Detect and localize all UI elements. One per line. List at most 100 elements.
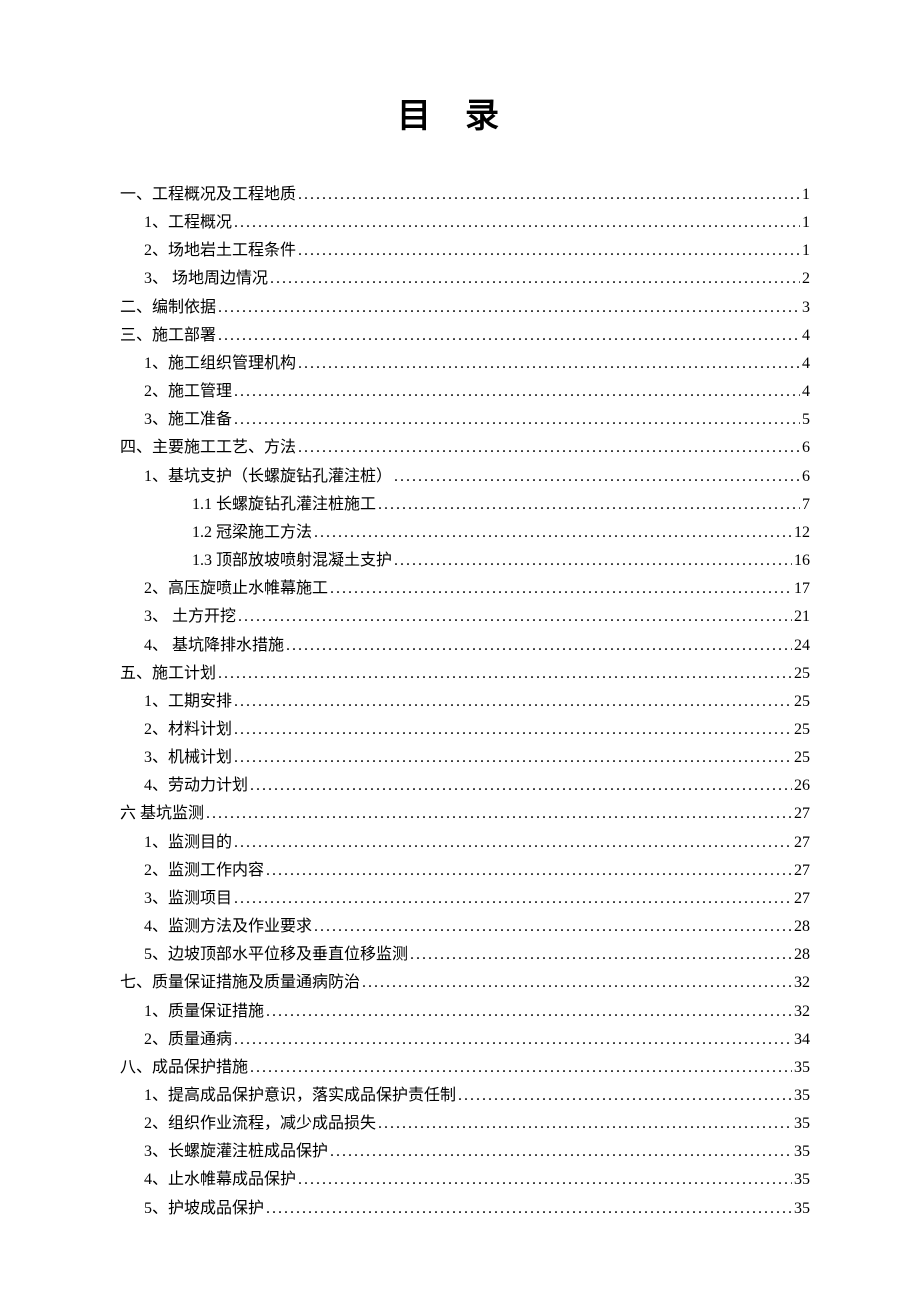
toc-entry-dots: [218, 660, 792, 688]
toc-entry-dots: [234, 716, 792, 744]
toc-entry-dots: [218, 294, 800, 322]
toc-entry-dots: [394, 463, 800, 491]
toc-entry-dots: [250, 1054, 792, 1082]
toc-entry-dots: [458, 1082, 792, 1110]
toc-entry-page: 4: [802, 378, 810, 406]
toc-entry-dots: [286, 632, 792, 660]
toc-entry-dots: [298, 237, 800, 265]
toc-entry: 1.2 冠梁施工方法12: [120, 519, 810, 547]
toc-entry-page: 35: [794, 1166, 810, 1194]
toc-entry-page: 6: [802, 463, 810, 491]
toc-entry-page: 35: [794, 1110, 810, 1138]
toc-entry: 4、止水帷幕成品保护 35: [120, 1166, 810, 1194]
toc-entry: 4、 基坑降排水措施 24: [120, 632, 810, 660]
toc-entry-page: 17: [794, 575, 810, 603]
toc-entry-label: 1、工期安排: [144, 688, 232, 716]
toc-entry-dots: [234, 885, 792, 913]
toc-entry-dots: [218, 322, 800, 350]
toc-entry-label: 4、劳动力计划: [144, 772, 248, 800]
toc-entry-page: 26: [794, 772, 810, 800]
toc-entry-label: 2、监测工作内容: [144, 857, 264, 885]
toc-entry-page: 6: [802, 434, 810, 462]
toc-entry-dots: [394, 547, 792, 575]
toc-entry-label: 2、高压旋喷止水帷幕施工: [144, 575, 328, 603]
toc-entry: 2、场地岩土工程条件 1: [120, 237, 810, 265]
toc-entry-label: 二、编制依据: [120, 294, 216, 322]
toc-entry-dots: [234, 829, 792, 857]
toc-entry-dots: [378, 491, 800, 519]
toc-entry-dots: [314, 913, 792, 941]
toc-entry-label: 2、材料计划: [144, 716, 232, 744]
toc-entry-page: 25: [794, 688, 810, 716]
toc-entry-page: 32: [794, 969, 810, 997]
toc-entry-dots: [270, 265, 800, 293]
toc-entry: 3、施工准备 5: [120, 406, 810, 434]
toc-entry-label: 3、 场地周边情况: [144, 265, 268, 293]
toc-entry: 1、基坑支护（长螺旋钻孔灌注桩） 6: [120, 463, 810, 491]
toc-entry: 1、提高成品保护意识，落实成品保护责任制 35: [120, 1082, 810, 1110]
toc-entry-dots: [238, 603, 792, 631]
toc-entry: 5、护坡成品保护 35: [120, 1195, 810, 1223]
toc-entry-dots: [362, 969, 792, 997]
toc-entry-dots: [234, 406, 800, 434]
toc-entry-dots: [206, 800, 792, 828]
toc-entry-page: 2: [802, 265, 810, 293]
toc-entry-page: 4: [802, 350, 810, 378]
toc-entry-page: 7: [802, 491, 810, 519]
toc-entry-label: 3、长螺旋灌注桩成品保护: [144, 1138, 328, 1166]
toc-entry-page: 21: [794, 603, 810, 631]
toc-entry-label: 五、施工计划: [120, 660, 216, 688]
toc-entry-page: 27: [794, 800, 810, 828]
toc-entry-page: 35: [794, 1054, 810, 1082]
toc-entry-label: 5、边坡顶部水平位移及垂直位移监测: [144, 941, 408, 969]
toc-entry-label: 5、护坡成品保护: [144, 1195, 264, 1223]
toc-entry-label: 4、 基坑降排水措施: [144, 632, 284, 660]
toc-entry-dots: [298, 350, 800, 378]
toc-entry: 2、材料计划 25: [120, 716, 810, 744]
toc-entry-page: 1: [802, 237, 810, 265]
toc-entry-label: 1.2 冠梁施工方法: [192, 519, 312, 547]
toc-entry-page: 32: [794, 998, 810, 1026]
toc-entry-label: 3、施工准备: [144, 406, 232, 434]
toc-entry: 四、主要施工工艺、方法 6: [120, 434, 810, 462]
toc-entry: 三、施工部署 4: [120, 322, 810, 350]
toc-entry-label: 六 基坑监测: [120, 800, 204, 828]
toc-entry-page: 35: [794, 1138, 810, 1166]
toc-entry-label: 3、监测项目: [144, 885, 232, 913]
toc-entry-dots: [410, 941, 792, 969]
toc-entry-dots: [234, 378, 800, 406]
toc-entry-label: 七、质量保证措施及质量通病防治: [120, 969, 360, 997]
toc-entry: 1、质量保证措施 32: [120, 998, 810, 1026]
toc-entry: 4、劳动力计划 26: [120, 772, 810, 800]
toc-entry-page: 28: [794, 941, 810, 969]
toc-entry-page: 4: [802, 322, 810, 350]
toc-entry: 1.1 长螺旋钻孔灌注桩施工 7: [120, 491, 810, 519]
toc-entry-dots: [234, 1026, 792, 1054]
toc-entry: 2、质量通病 34: [120, 1026, 810, 1054]
toc-entry-dots: [266, 857, 792, 885]
toc-entry-label: 1.1 长螺旋钻孔灌注桩施工: [192, 491, 376, 519]
toc-entry: 2、组织作业流程，减少成品损失 35: [120, 1110, 810, 1138]
toc-entry-label: 3、 土方开挖: [144, 603, 236, 631]
toc-entry-label: 三、施工部署: [120, 322, 216, 350]
toc-entry-label: 四、主要施工工艺、方法: [120, 434, 296, 462]
toc-entry-page: 3: [802, 294, 810, 322]
toc-entry-page: 25: [794, 660, 810, 688]
toc-entry-label: 4、止水帷幕成品保护: [144, 1166, 296, 1194]
toc-entry-page: 24: [794, 632, 810, 660]
toc-entry-dots: [314, 519, 792, 547]
toc-entry: 七、质量保证措施及质量通病防治 32: [120, 969, 810, 997]
toc-entry-label: 1、质量保证措施: [144, 998, 264, 1026]
toc-entry: 2、监测工作内容 27: [120, 857, 810, 885]
toc-entry: 5、边坡顶部水平位移及垂直位移监测 28: [120, 941, 810, 969]
toc-entry: 六 基坑监测 27: [120, 800, 810, 828]
toc-entry: 3、长螺旋灌注桩成品保护 35: [120, 1138, 810, 1166]
toc-entry-page: 1: [802, 181, 810, 209]
toc-entry-page: 5: [802, 406, 810, 434]
toc-entry: 八、成品保护措施35: [120, 1054, 810, 1082]
toc-entry-label: 4、监测方法及作业要求: [144, 913, 312, 941]
toc-entry: 3、监测项目 27: [120, 885, 810, 913]
toc-entry-dots: [378, 1110, 792, 1138]
toc-entry-label: 一、工程概况及工程地质: [120, 181, 296, 209]
toc-entry-page: 34: [794, 1026, 810, 1054]
